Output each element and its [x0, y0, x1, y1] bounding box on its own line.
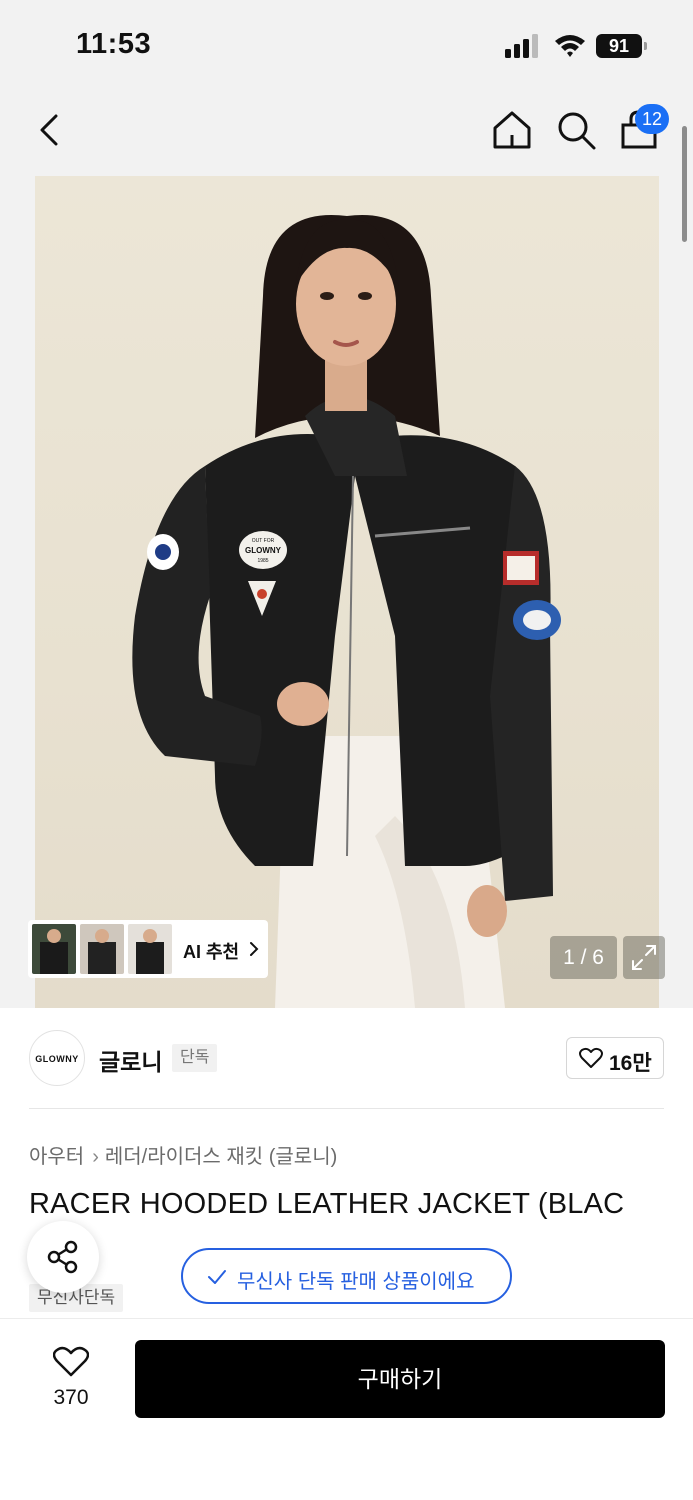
brand-like-count: 16만 [609, 1052, 652, 1075]
product-photo[interactable]: OUT FOR GLOWNY 1985 [35, 176, 659, 1008]
ai-recommend-label[interactable]: AI 추천 [183, 938, 239, 964]
product-title: RACER HOODED LEATHER JACKET (BLAC [29, 1188, 625, 1220]
patch-brand-text: GLOWNY [245, 546, 282, 555]
back-icon[interactable] [28, 108, 72, 152]
cart-count-badge: 12 [635, 104, 669, 134]
ai-thumbnail[interactable] [128, 924, 172, 974]
share-icon [47, 1240, 78, 1274]
product-gallery[interactable]: OUT FOR GLOWNY 1985 [0, 126, 693, 1008]
breadcrumb-item[interactable]: 레더/라이더스 재킷 (글로니) [105, 1146, 337, 1168]
exclusive-notice-text: 무신사 단독 판매 상품이에요 [237, 1271, 475, 1293]
check-icon [208, 1270, 226, 1284]
divider [29, 1108, 664, 1109]
brand-name[interactable]: 글로니 [99, 1043, 162, 1077]
cellular-signal-icon [505, 34, 538, 58]
share-button[interactable] [27, 1221, 99, 1293]
chevron-right-icon [250, 942, 259, 956]
buy-button[interactable]: 구매하기 [135, 1340, 665, 1418]
breadcrumb: 아우터 › 레더/라이더스 재킷 (글로니) [29, 1140, 337, 1169]
wishlist-button[interactable]: 370 [38, 1340, 104, 1416]
chevron-right-icon: › [92, 1146, 99, 1168]
model-illustration: OUT FOR GLOWNY 1985 [132, 215, 561, 1008]
heart-icon [53, 1346, 89, 1377]
ai-thumbnail[interactable] [80, 924, 124, 974]
brand-logo[interactable]: GLOWNY [29, 1030, 85, 1086]
brand-exclusive-tag: 단독 [172, 1044, 218, 1072]
brand-like-button[interactable]: 16만 [566, 1037, 664, 1079]
wifi-icon [555, 35, 585, 57]
image-counter: 1 / 6 [550, 936, 617, 979]
ai-recommend-strip[interactable]: AI 추천 [28, 920, 268, 978]
breadcrumb-item[interactable]: 아우터 [29, 1146, 84, 1168]
exclusive-notice-pill[interactable]: 무신사 단독 판매 상품이에요 [181, 1248, 512, 1304]
patch-year-text: 1985 [257, 558, 268, 564]
status-time: 11:53 [76, 28, 152, 60]
status-bar: 11:53 91 [0, 0, 693, 90]
page-scrollbar[interactable] [682, 126, 687, 242]
home-icon[interactable] [490, 108, 534, 152]
battery-level: 91 [608, 36, 630, 56]
battery-icon: 91 [596, 34, 648, 58]
expand-button[interactable] [623, 936, 665, 979]
ai-thumbnail[interactable] [32, 924, 76, 974]
search-icon[interactable] [554, 108, 598, 152]
patch-top-text: OUT FOR [252, 538, 275, 544]
wishlist-count: 370 [53, 1386, 89, 1409]
expand-icon [632, 945, 656, 970]
heart-icon [579, 1047, 603, 1068]
